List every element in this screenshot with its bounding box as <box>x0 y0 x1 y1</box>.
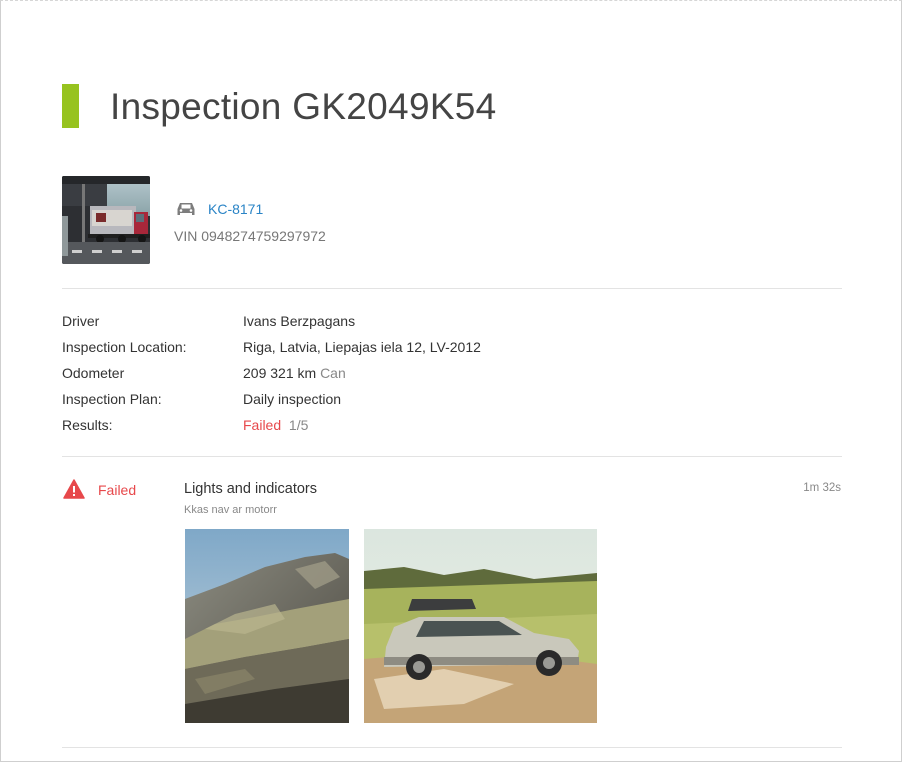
result-status: Failed <box>98 482 137 498</box>
detail-label: Inspection Plan: <box>62 391 162 407</box>
odometer-reading: 209 321 km <box>243 365 317 381</box>
result-item-note: Kkas nav ar motorr <box>184 504 277 516</box>
detail-label: Odometer <box>62 365 125 381</box>
results-value: Failed 1/5 <box>243 416 308 434</box>
car-offroad-photo[interactable] <box>364 529 597 723</box>
odometer-value: 209 321 km Can <box>243 364 346 382</box>
results-count: 1/5 <box>288 417 309 433</box>
result-item-title: Lights and indicators <box>184 481 317 497</box>
vehicle-photo[interactable] <box>62 176 150 264</box>
vehicle-vin: VIN 0948274759297972 <box>174 228 326 244</box>
divider <box>62 288 842 289</box>
detail-label: Results: <box>62 417 113 433</box>
result-duration: 1m 32s <box>803 482 841 494</box>
location-link[interactable]: Riga, Latvia, Liepajas iela 12, LV-2012 <box>243 338 481 356</box>
mountain-photo[interactable] <box>185 529 349 723</box>
warning-triangle-icon <box>63 479 85 499</box>
car-icon <box>176 200 196 218</box>
detail-label: Inspection Location: <box>62 339 187 355</box>
divider <box>62 456 842 457</box>
divider <box>62 747 842 748</box>
page-frame: Inspection GK2049K54 KC-8171 VIN 0948274… <box>0 0 902 762</box>
title-accent-bar <box>62 84 79 128</box>
detail-label: Driver <box>62 313 100 329</box>
driver-name: Ivans Berzpagans <box>243 313 356 329</box>
page-title: Inspection GK2049K54 <box>110 86 497 127</box>
results-status: Failed <box>243 417 282 433</box>
inspection-plan-value: Daily inspection <box>243 391 342 407</box>
vehicle-plate-link[interactable]: KC-8171 <box>208 201 263 217</box>
odometer-source: Can <box>320 365 346 381</box>
